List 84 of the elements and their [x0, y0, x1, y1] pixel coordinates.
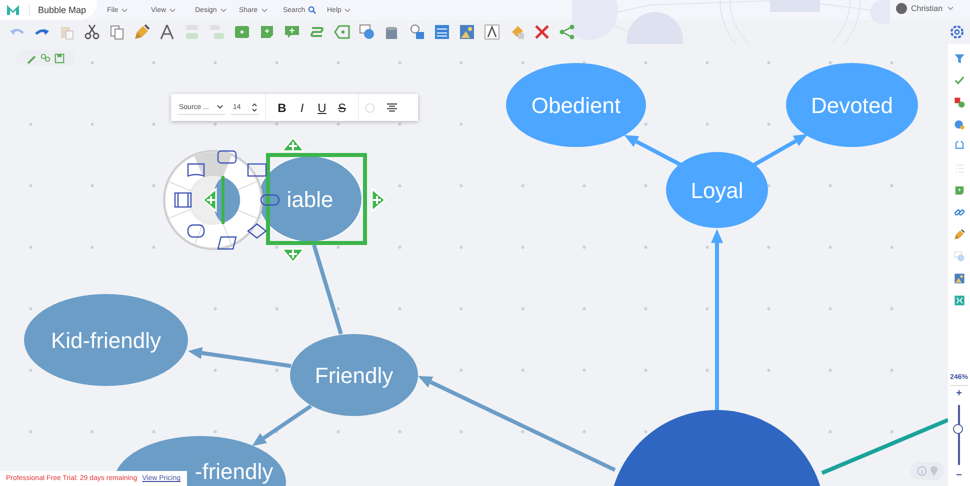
find-icon[interactable]: [408, 24, 424, 40]
textstyle-icon[interactable]: [484, 24, 500, 40]
bubble[interactable]: [24, 294, 188, 386]
bubble[interactable]: [506, 63, 646, 147]
topic-icon[interactable]: [234, 24, 250, 40]
connector-line[interactable]: [312, 244, 343, 335]
sticker-icon[interactable]: [954, 118, 964, 130]
arrow[interactable]: [418, 376, 616, 472]
slider-thumb[interactable]: [953, 424, 963, 434]
chevron-icon: [169, 8, 176, 12]
arrow[interactable]: [624, 135, 684, 168]
avatar-icon[interactable]: [896, 3, 907, 14]
image-icon[interactable]: [458, 24, 474, 40]
stepper-icon[interactable]: [252, 102, 257, 112]
badge-icon[interactable]: [954, 96, 964, 108]
shape-option[interactable]: [247, 163, 267, 177]
search-icon: [308, 6, 316, 14]
share-icon[interactable]: [558, 24, 574, 40]
note-icon[interactable]: [954, 184, 964, 196]
chevron-icon: [217, 105, 223, 109]
add-topic-button[interactable]: [280, 248, 306, 264]
bubble-label: -friendly: [194, 459, 274, 484]
align-icon[interactable]: [387, 103, 397, 112]
arrow[interactable]: [751, 134, 808, 168]
people-icon[interactable]: [40, 52, 51, 64]
info-icon[interactable]: [916, 466, 926, 476]
zoom-out-button[interactable]: −: [956, 470, 962, 482]
check-icon[interactable]: [954, 74, 964, 86]
bubble-label: Devoted: [811, 93, 893, 118]
fit-icon[interactable]: [954, 294, 964, 306]
arrow[interactable]: [188, 347, 292, 368]
bold-button[interactable]: B: [272, 100, 292, 114]
chevron-icon: [260, 8, 268, 12]
bubble-label: Kid-friendly: [50, 328, 162, 353]
bubble[interactable]: [290, 334, 418, 416]
add-topic-button[interactable]: [202, 187, 217, 213]
chevron-icon: [220, 8, 227, 12]
logo-icon[interactable]: [7, 4, 19, 16]
delete-icon[interactable]: [534, 24, 550, 40]
strike-button[interactable]: S: [332, 100, 352, 114]
brush-icon[interactable]: [954, 228, 964, 240]
boundary-icon[interactable]: [334, 24, 350, 40]
bubble[interactable]: [666, 152, 768, 228]
color-picker-icon[interactable]: [365, 102, 375, 112]
user-name[interactable]: Christian: [911, 4, 943, 13]
image-icon[interactable]: [954, 272, 964, 284]
chevron-icon: [121, 8, 128, 12]
bubble[interactable]: [786, 63, 918, 147]
arrow[interactable]: [711, 229, 723, 410]
italic-button[interactable]: I: [292, 100, 312, 114]
shape-option[interactable]: [217, 150, 237, 164]
shape-option[interactable]: [187, 224, 205, 238]
chevron-icon: [344, 8, 352, 12]
brush-icon[interactable]: [134, 24, 150, 40]
shape-option[interactable]: [174, 192, 192, 208]
filter-icon[interactable]: [954, 52, 964, 64]
bubble-label: Friendly: [314, 363, 394, 388]
copy-icon[interactable]: [108, 24, 124, 40]
bubble[interactable]: [258, 156, 362, 242]
add-topic-button[interactable]: [371, 187, 386, 213]
bubble-label: Obedient: [531, 93, 621, 118]
callout-icon[interactable]: [284, 24, 300, 40]
save-icon[interactable]: [54, 52, 65, 64]
selection-frame[interactable]: [266, 153, 367, 245]
add-topic-button[interactable]: [280, 136, 306, 152]
note-icon[interactable]: [258, 24, 274, 40]
table-icon[interactable]: [434, 24, 450, 40]
cut-icon[interactable]: [84, 24, 100, 40]
shape-option[interactable]: [260, 194, 280, 206]
underline-button[interactable]: U: [312, 100, 332, 114]
connector-line[interactable]: [821, 418, 948, 475]
shape-option[interactable]: [187, 163, 205, 177]
shape-icon[interactable]: [358, 24, 374, 40]
shape-picker[interactable]: [163, 150, 263, 250]
text-icon[interactable]: [158, 24, 174, 40]
bubble-label: Loyal: [690, 178, 744, 203]
bubble-label: iable: [286, 187, 334, 212]
shape-option[interactable]: [247, 223, 267, 239]
link-icon[interactable]: [954, 206, 964, 218]
settings-icon[interactable]: [949, 24, 965, 40]
chevron-icon[interactable]: [946, 6, 954, 11]
shape-option[interactable]: [217, 236, 237, 250]
arrow[interactable]: [252, 404, 312, 446]
zoom-in-button[interactable]: +: [956, 388, 962, 400]
